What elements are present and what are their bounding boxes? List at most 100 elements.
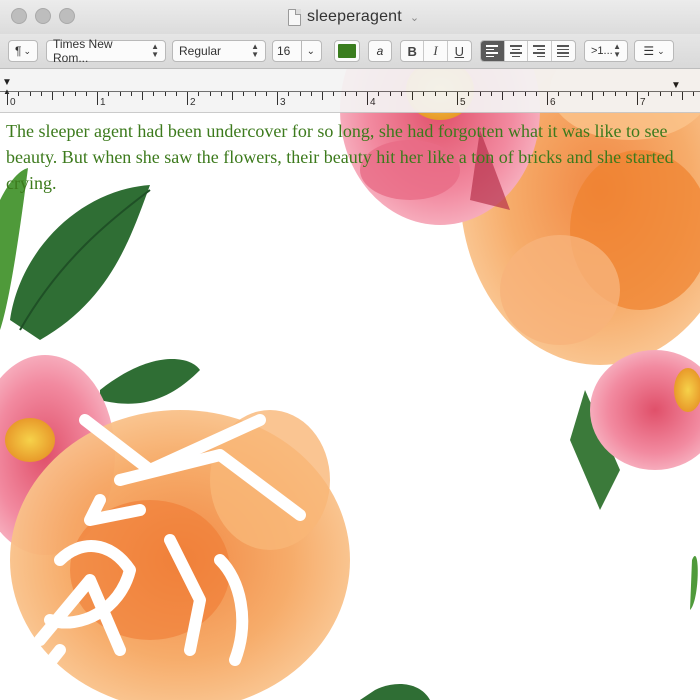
ruler-tick (535, 92, 537, 96)
bold-icon: B (407, 43, 417, 59)
vertical-scrollbar[interactable] (691, 118, 697, 666)
ruler-tick (29, 92, 31, 96)
ruler-tick (445, 92, 447, 96)
ruler-tick (434, 92, 436, 96)
text-color-swatch (338, 44, 356, 58)
ruler-tick (153, 92, 155, 96)
ruler-tick (40, 92, 42, 96)
textedit-window: sleeperagent ⌄ ¶ ⌄ Times New Rom... ▲ ▼ R… (0, 0, 700, 700)
ruler-tick (265, 92, 267, 96)
ruler-tick (400, 92, 402, 96)
ruler-number: 5 (460, 97, 466, 108)
ruler-tick (198, 92, 200, 96)
title-bar[interactable]: sleeperagent ⌄ (0, 0, 700, 34)
ruler-tick (142, 92, 143, 100)
font-family-select[interactable]: Times New Rom... ▲ ▼ (46, 37, 166, 65)
list-bullets-button[interactable]: ☰ ⌄ (634, 40, 674, 62)
ruler-baseline (0, 91, 700, 92)
paragraph-styles-button[interactable]: ¶ ⌄ (8, 40, 38, 62)
italic-button[interactable]: I (424, 41, 448, 61)
ruler-tick (513, 92, 515, 96)
minimize-icon[interactable] (35, 8, 51, 24)
ruler-tick (175, 92, 177, 96)
ruler-tick (693, 92, 695, 96)
chevron-down-icon: ⌄ (23, 45, 31, 56)
ruler-tick (209, 92, 211, 96)
ruler-tick (389, 92, 391, 96)
ruler-tick (479, 92, 481, 96)
chevron-down-icon: ⌄ (657, 45, 665, 56)
ruler-tick (299, 92, 301, 96)
ruler-number: 2 (190, 97, 196, 108)
ruler-tick (670, 92, 672, 96)
ruler-tick (614, 92, 616, 96)
format-toolbar: ¶ ⌄ Times New Rom... ▲ ▼ Regular ▲ ▼ 16 ⌄ … (0, 34, 700, 69)
highlight-color-button[interactable]: a (368, 40, 392, 62)
ruler-tick (659, 92, 661, 96)
ruler-tick (490, 92, 492, 96)
ruler-tick (63, 92, 65, 96)
chevron-down-icon[interactable]: ⌄ (410, 11, 419, 24)
ruler-tick (74, 92, 76, 96)
alignment-group (480, 40, 576, 62)
ruler-tick (412, 92, 413, 100)
ruler-tick (254, 92, 256, 96)
underline-button[interactable]: U (448, 41, 471, 61)
line-spacing-select[interactable]: >1... ▲ ▼ (584, 40, 628, 62)
align-center-icon (509, 45, 522, 57)
ruler-number: 6 (550, 97, 556, 108)
ruler-tick (603, 92, 605, 96)
ruler-tick (164, 92, 166, 96)
ruler-number: 3 (280, 97, 286, 108)
ruler-tick (648, 92, 650, 96)
font-size-value[interactable]: 16 (277, 44, 301, 58)
right-indent-marker-icon[interactable]: ▼ (671, 81, 681, 91)
close-icon[interactable] (11, 8, 27, 24)
pink-peony-right (570, 350, 700, 510)
ruler-tick (310, 92, 312, 96)
ruler-number: 1 (100, 97, 106, 108)
align-left-button[interactable] (481, 41, 505, 61)
font-style-select[interactable]: Regular ▲ ▼ (172, 40, 266, 62)
ruler-tick (85, 92, 87, 96)
ruler-tick (592, 92, 593, 100)
ruler-number: 7 (640, 97, 646, 108)
chevron-down-icon[interactable]: ⌄ (300, 41, 315, 61)
ruler-tick (277, 92, 278, 105)
highlight-icon: a (376, 44, 384, 58)
ruler-tick (367, 92, 368, 105)
ruler-tick (322, 92, 323, 100)
ruler-tick (18, 92, 20, 96)
ruler-tick (232, 92, 233, 100)
zoom-icon[interactable] (59, 8, 75, 24)
align-center-button[interactable] (505, 41, 528, 61)
justify-button[interactable] (552, 41, 575, 61)
window-title-text: sleeperagent (307, 8, 402, 25)
list-icon: ☰ (643, 44, 655, 58)
document-body-text[interactable]: The sleeper agent had been undercover fo… (6, 118, 678, 196)
ruler-tick (52, 92, 53, 100)
ruler-tick (187, 92, 188, 105)
window-title[interactable]: sleeperagent ⌄ (288, 6, 419, 28)
ruler-tick (108, 92, 110, 96)
ruler-tick (547, 92, 548, 105)
align-left-icon (486, 45, 499, 57)
text-color-well[interactable] (334, 40, 360, 62)
ruler-tick (502, 92, 503, 100)
ruler-number: 4 (370, 97, 376, 108)
ruler[interactable]: ▼ ▲ ▼ 01234567 (0, 69, 700, 113)
select-arrows-icon: ▲ ▼ (613, 42, 621, 59)
align-right-icon (533, 45, 546, 57)
align-right-button[interactable] (528, 41, 552, 61)
ruler-tick (423, 92, 425, 96)
ruler-tick (569, 92, 571, 96)
justify-icon (557, 45, 570, 57)
ruler-tick (119, 92, 121, 96)
ruler-tick (288, 92, 290, 96)
ruler-tick (220, 92, 222, 96)
bold-button[interactable]: B (401, 41, 425, 61)
font-style-value: Regular (179, 44, 222, 58)
document-icon (288, 8, 301, 26)
ruler-tick (130, 92, 132, 96)
font-size-combo[interactable]: 16 ⌄ (272, 40, 322, 62)
